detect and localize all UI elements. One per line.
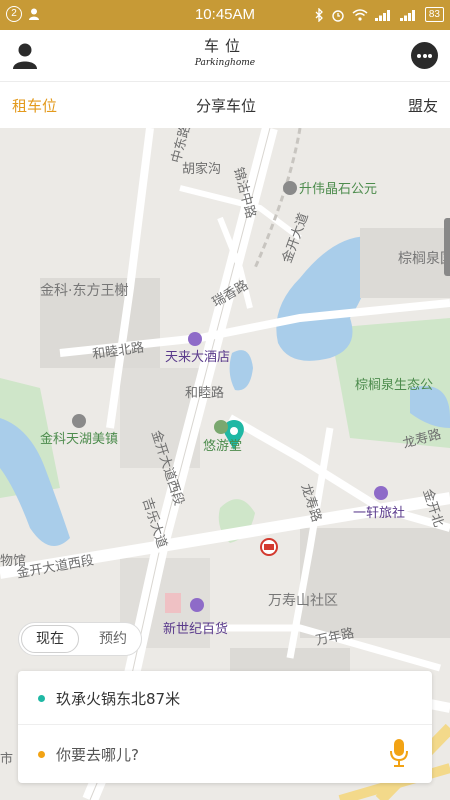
tab-rent-parking[interactable]: 租车位 bbox=[12, 95, 57, 116]
map-label-road: 和睦路 bbox=[185, 386, 225, 401]
map-label-park: 棕榈泉生态公 bbox=[355, 378, 434, 393]
poi-youyou: 悠游堂 bbox=[203, 439, 243, 454]
battery-indicator: 83 bbox=[424, 7, 444, 22]
poi-hotel: 天来大酒店 bbox=[165, 350, 231, 365]
poi-name: 升伟晶石公元 bbox=[299, 182, 378, 197]
map-label-area: 万寿山社区 bbox=[268, 593, 338, 609]
now-option[interactable]: 现在 bbox=[21, 625, 79, 653]
map-label-poi bbox=[190, 598, 206, 614]
chat-bubble-icon[interactable] bbox=[411, 42, 438, 69]
map-label-area: 金科·东方王榭 bbox=[40, 283, 129, 299]
signal-icon-2 bbox=[399, 9, 415, 21]
map-label-area: 金科天湖美镇 bbox=[40, 432, 119, 447]
microphone-icon[interactable] bbox=[388, 738, 410, 768]
current-location-row[interactable]: 玖承火锅东北87米 bbox=[18, 671, 432, 725]
tab-share-parking[interactable]: 分享车位 bbox=[196, 95, 256, 116]
map-label-poi bbox=[374, 486, 390, 502]
logo-chinese: 车位 bbox=[203, 37, 246, 55]
alarm-icon bbox=[332, 9, 344, 22]
poi-marker-icon bbox=[283, 181, 297, 195]
current-location-text: 玖承火锅东北87米 bbox=[56, 690, 181, 708]
map-label-area: 胡家沟 bbox=[182, 162, 222, 177]
app-header: 车位 Parkinghome bbox=[0, 30, 450, 82]
area-marker-icon bbox=[72, 414, 86, 428]
map-label-area: 棕榈泉国 bbox=[398, 251, 450, 267]
poi-marker-icon bbox=[214, 420, 228, 434]
location-card: 玖承火锅东北87米 你要去哪儿? bbox=[18, 671, 432, 783]
signal-icon bbox=[374, 9, 390, 21]
logo-english: Parkinghome bbox=[194, 58, 256, 68]
destination-input[interactable]: 你要去哪儿? bbox=[56, 744, 139, 765]
wifi-icon bbox=[352, 8, 368, 21]
time-mode-toggle: 现在 预约 bbox=[18, 622, 142, 656]
user-icon bbox=[13, 43, 37, 69]
app-logo: 车位 Parkinghome bbox=[190, 36, 260, 76]
current-location-dot-icon bbox=[38, 695, 45, 702]
tab-allies[interactable]: 盟友 bbox=[408, 95, 438, 116]
destination-row[interactable]: 你要去哪儿? bbox=[18, 727, 432, 781]
destination-dot-icon bbox=[38, 751, 45, 758]
map-label-area: 市 bbox=[0, 752, 14, 767]
map-label-poi bbox=[214, 420, 230, 436]
hostel-icon bbox=[374, 486, 388, 500]
map-side-handle[interactable] bbox=[444, 218, 450, 276]
tab-bar: 租车位 分享车位 盟友 bbox=[0, 82, 450, 128]
poi-hostel: 一轩旅社 bbox=[353, 506, 406, 521]
status-bar: 2 10:45AM 83 bbox=[0, 0, 450, 30]
shopping-icon bbox=[190, 598, 204, 612]
reserve-option[interactable]: 预约 bbox=[83, 623, 143, 655]
poi-department-store: 新世纪百货 bbox=[163, 622, 229, 637]
status-bar-right: 83 bbox=[315, 7, 444, 22]
hotel-icon bbox=[188, 332, 202, 346]
profile-button[interactable] bbox=[12, 42, 38, 70]
map-label-poi: 升伟晶石公元 bbox=[283, 178, 377, 197]
bluetooth-icon bbox=[315, 7, 323, 22]
